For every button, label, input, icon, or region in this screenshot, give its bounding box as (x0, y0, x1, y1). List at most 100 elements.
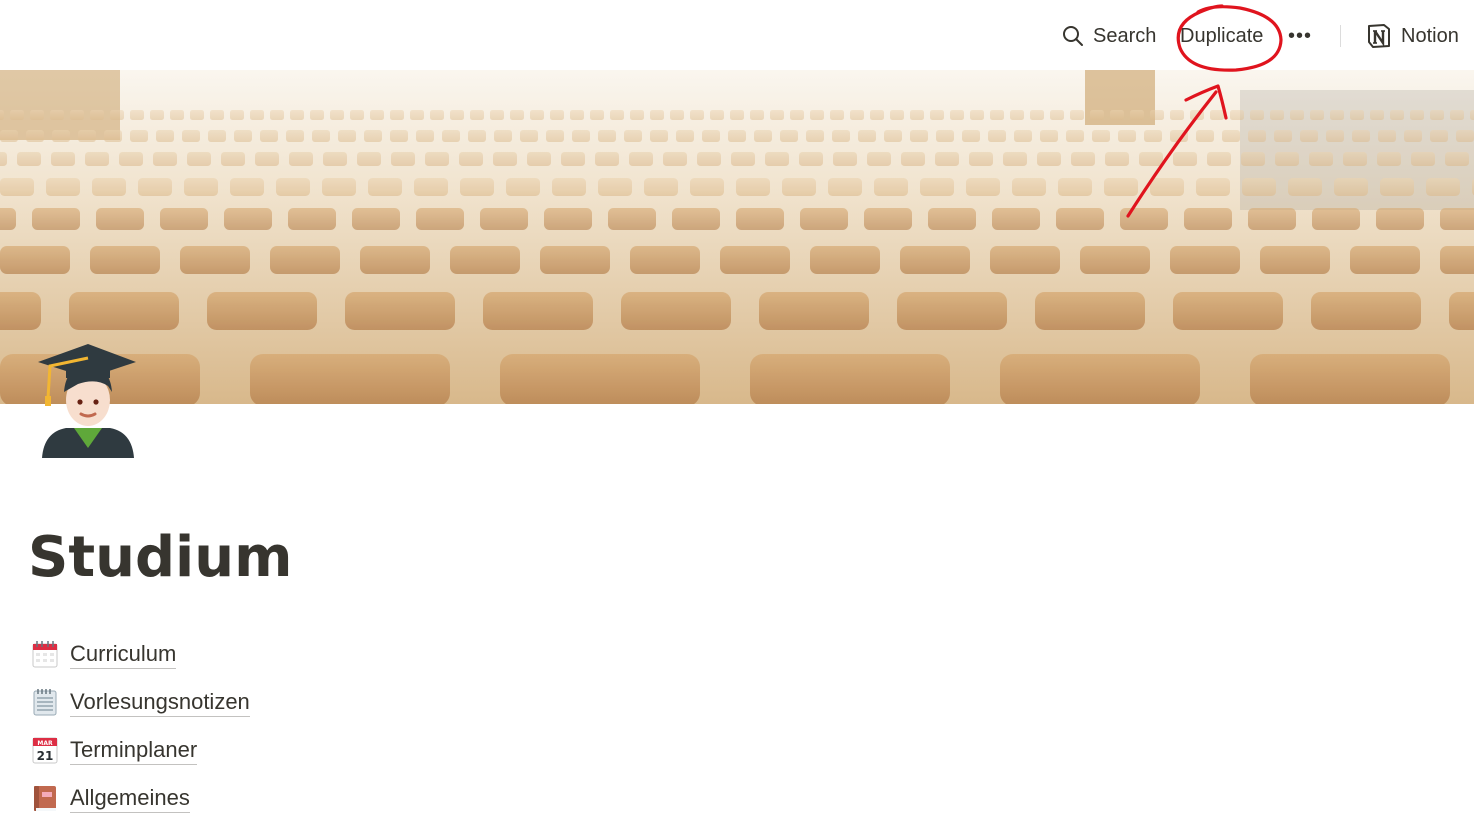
chair-back (552, 178, 586, 196)
chair-back (990, 246, 1060, 274)
search-icon (1063, 26, 1083, 46)
chair-back (920, 178, 954, 196)
chair-back (782, 178, 816, 196)
chair-back (221, 152, 245, 166)
chair-back (370, 110, 384, 120)
chair-back (1450, 110, 1464, 120)
chair-back (207, 292, 317, 330)
chair-back (890, 110, 904, 120)
chair-back (759, 292, 869, 330)
chair-back (1050, 110, 1064, 120)
chair-back (1343, 152, 1367, 166)
chair-back (690, 178, 724, 196)
chair-back (1334, 178, 1368, 196)
chair-back (608, 208, 656, 230)
chair-back (288, 208, 336, 230)
chair-back (897, 292, 1007, 330)
chair-back (630, 110, 644, 120)
chair-back (1190, 110, 1204, 120)
chair-back (1070, 110, 1084, 120)
link-terminplaner[interactable]: Terminplaner (70, 736, 198, 765)
chair-back (391, 152, 415, 166)
chair-back (276, 178, 310, 196)
chair-back (1410, 110, 1424, 120)
chair-back (540, 246, 610, 274)
list-item[interactable]: Curriculum (30, 630, 250, 678)
chair-back (770, 110, 784, 120)
chair-back (1352, 130, 1370, 142)
chair-back (150, 110, 164, 120)
chair-back (810, 110, 824, 120)
chair-back (736, 208, 784, 230)
chair-back (1430, 130, 1448, 142)
chair-back (530, 110, 544, 120)
chair-back (1242, 178, 1276, 196)
chair-back (736, 178, 770, 196)
chair-back (460, 178, 494, 196)
chair-back (1092, 130, 1110, 142)
duplicate-button[interactable]: Duplicate (1180, 20, 1263, 52)
chair-back (992, 208, 1040, 230)
chair-back (480, 208, 528, 230)
chair-back (260, 130, 278, 142)
chair-back (630, 246, 700, 274)
chair-back (1300, 130, 1318, 142)
chair-back (493, 152, 517, 166)
chair-back (1110, 110, 1124, 120)
chair-back (572, 130, 590, 142)
chair-back (1210, 110, 1224, 120)
chair-back (850, 110, 864, 120)
chair-back (672, 208, 720, 230)
chair-back (969, 152, 993, 166)
chair-back (697, 152, 721, 166)
chair-back (864, 208, 912, 230)
search-button[interactable]: Search (1062, 20, 1156, 52)
list-item[interactable]: Vorlesungsnotizen (30, 678, 250, 726)
chair-back (1150, 178, 1184, 196)
chair-back (1010, 110, 1024, 120)
link-curriculum[interactable]: Curriculum (70, 640, 177, 669)
chair-back (1230, 110, 1244, 120)
chair-back (96, 208, 144, 230)
cover-image (0, 70, 1474, 404)
chair-back (0, 246, 70, 274)
chair-back (322, 178, 356, 196)
chair-back (830, 110, 844, 120)
chair-back (1309, 152, 1333, 166)
chair-back (360, 246, 430, 274)
chair-back (90, 246, 160, 274)
chair-back (730, 110, 744, 120)
chair-back (728, 130, 746, 142)
chair-back (1144, 130, 1162, 142)
more-options-button[interactable]: ••• (1288, 20, 1312, 52)
link-allgemeines[interactable]: Allgemeines (70, 784, 190, 813)
chair-back (1390, 110, 1404, 120)
svg-text:MAR: MAR (37, 740, 53, 747)
chair-back (312, 130, 330, 142)
notion-button[interactable]: Notion (1366, 20, 1459, 52)
chair-back (1037, 152, 1061, 166)
chair-back (1207, 152, 1231, 166)
chair-back (1012, 178, 1046, 196)
subpage-list: Curriculum Vorlesungsnotizen MAR 21 Term… (30, 630, 250, 822)
chair-back (255, 152, 279, 166)
chair-back (670, 110, 684, 120)
list-item[interactable]: MAR 21 Terminplaner (30, 726, 250, 774)
chair-back (765, 152, 789, 166)
chair-back (1056, 208, 1104, 230)
chair-back (352, 208, 400, 230)
chair-back (270, 110, 284, 120)
chair-back (92, 178, 126, 196)
list-item[interactable]: Allgemeines (30, 774, 250, 822)
chair-back (468, 130, 486, 142)
chair-back (561, 152, 585, 166)
topbar-divider (1340, 25, 1341, 47)
chair-back (1248, 130, 1266, 142)
chair-back (1241, 152, 1265, 166)
chair-back (624, 130, 642, 142)
chair-back (10, 110, 24, 120)
chair-back (610, 110, 624, 120)
chair-back (450, 110, 464, 120)
chair-back (650, 130, 668, 142)
link-vorlesungsnotizen[interactable]: Vorlesungsnotizen (70, 688, 250, 717)
